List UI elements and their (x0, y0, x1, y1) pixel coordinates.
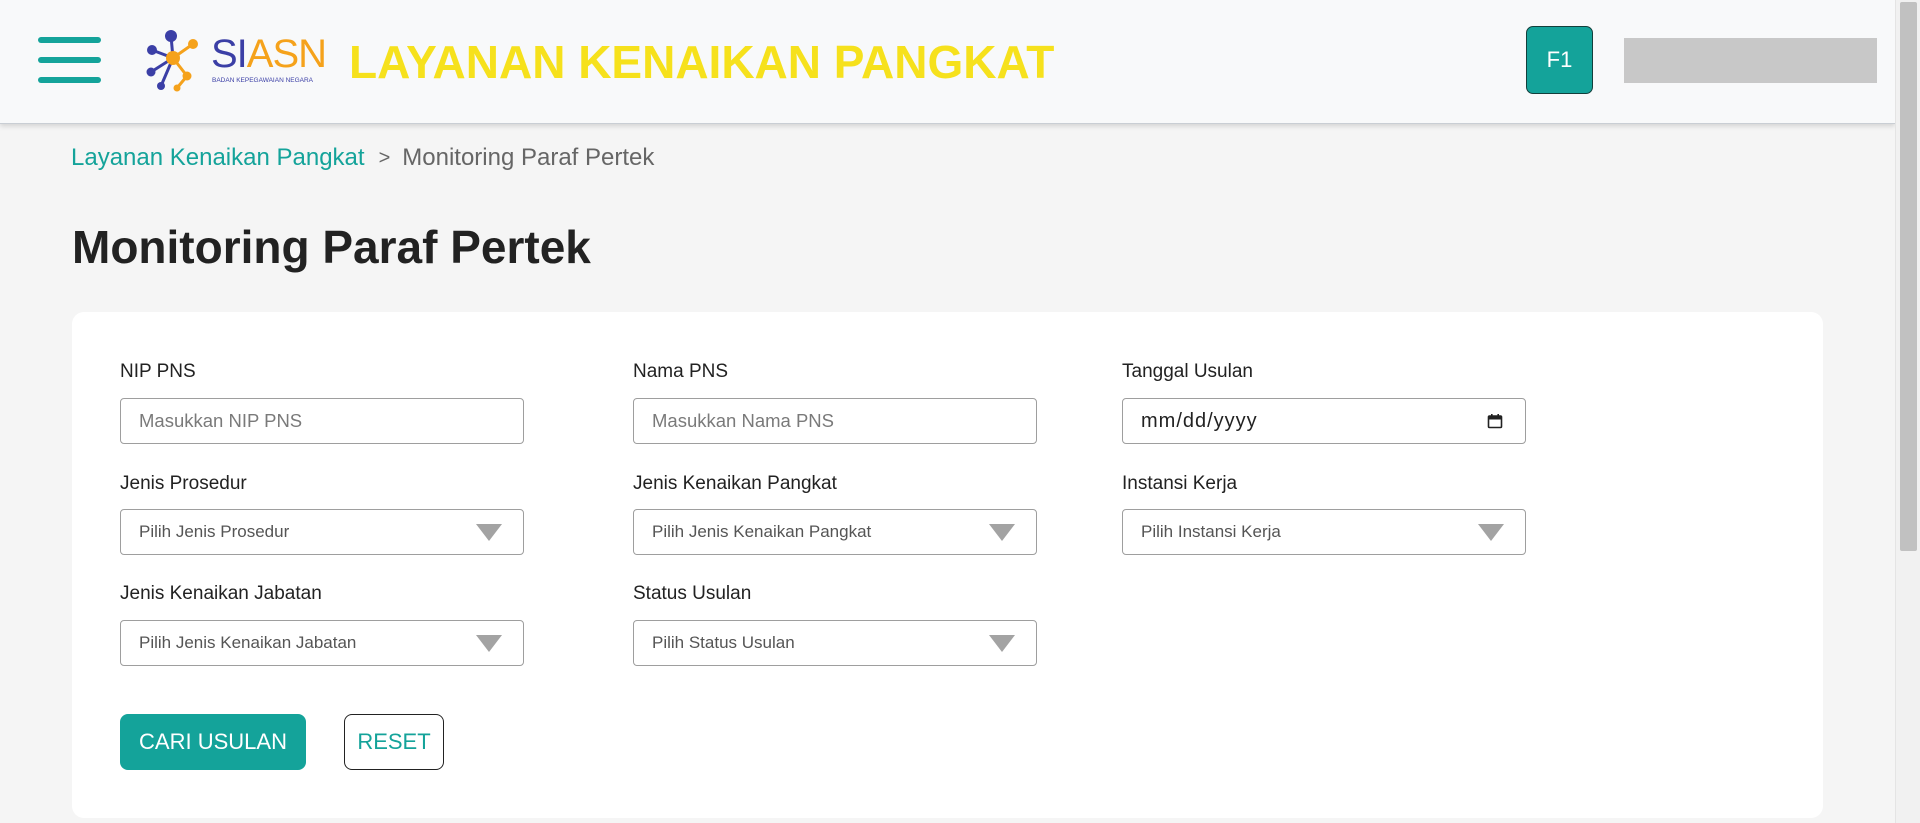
filter-card: NIP PNS Nama PNS Tanggal Usulan mm/dd/yy… (72, 312, 1823, 818)
tanggal-usulan-input[interactable]: mm/dd/yyyy (1122, 398, 1526, 444)
cari-usulan-button[interactable]: CARI USULAN (120, 714, 306, 770)
user-avatar-button[interactable]: F1 (1526, 26, 1593, 94)
jenis-prosedur-value: Pilih Jenis Prosedur (139, 522, 290, 541)
instansi-kerja-value: Pilih Instansi Kerja (1141, 522, 1281, 541)
logo-wordmark: SIASN (211, 32, 327, 76)
triangle-down-icon (476, 524, 502, 541)
breadcrumb-separator: > (378, 147, 391, 169)
instansi-kerja-select[interactable]: Pilih Instansi Kerja (1122, 509, 1526, 555)
jenis-prosedur-select[interactable]: Pilih Jenis Prosedur (120, 509, 524, 555)
breadcrumb: Layanan Kenaikan Pangkat > Monitoring Pa… (71, 144, 654, 172)
app-header: SIASN BADAN KEPEGAWAIAN NEGARA LAYANAN K… (0, 0, 1895, 124)
siasn-logo: SIASN BADAN KEPEGAWAIAN NEGARA (143, 28, 328, 92)
jenis-prosedur-label: Jenis Prosedur (120, 473, 247, 494)
instansi-kerja-label: Instansi Kerja (1122, 473, 1238, 494)
nama-pns-input[interactable] (633, 398, 1037, 444)
jenis-kenaikan-jabatan-value: Pilih Jenis Kenaikan Jabatan (139, 633, 357, 652)
jenis-kenaikan-jabatan-select[interactable]: Pilih Jenis Kenaikan Jabatan (120, 620, 524, 666)
jenis-kenaikan-jabatan-label: Jenis Kenaikan Jabatan (120, 583, 322, 604)
logo-wordmark-accent: ASN (246, 32, 327, 76)
status-usulan-select[interactable]: Pilih Status Usulan (633, 620, 1037, 666)
breadcrumb-link-layanan-kenaikan-pangkat[interactable]: Layanan Kenaikan Pangkat (71, 144, 365, 172)
vertical-scrollbar[interactable] (1895, 0, 1920, 823)
nip-pns-input[interactable] (120, 398, 524, 444)
menu-icon-bar (38, 37, 101, 43)
calendar-icon[interactable] (1487, 413, 1503, 429)
user-avatar-initials: F1 (1546, 47, 1573, 72)
page-title: Monitoring Paraf Pertek (72, 221, 591, 273)
triangle-down-icon (476, 635, 502, 652)
menu-icon-bar (38, 57, 101, 63)
date-format-placeholder: mm/dd/yyyy (1141, 409, 1258, 432)
logo-subtitle: BADAN KEPEGAWAIAN NEGARA (212, 77, 314, 84)
breadcrumb-current: Monitoring Paraf Pertek (402, 144, 655, 171)
hamburger-menu-icon (38, 37, 101, 83)
triangle-down-icon (1478, 524, 1504, 541)
siasn-logo-icon (146, 30, 198, 92)
triangle-down-icon (989, 524, 1015, 541)
nip-pns-label: NIP PNS (120, 361, 196, 382)
user-name-redacted[interactable] (1624, 38, 1877, 83)
status-usulan-label: Status Usulan (633, 583, 752, 604)
jenis-kenaikan-pangkat-label: Jenis Kenaikan Pangkat (633, 473, 837, 494)
logo-wordmark-primary: SI (211, 32, 248, 76)
app-title: LAYANAN KENAIKAN PANGKAT (349, 36, 1055, 88)
jenis-kenaikan-pangkat-select[interactable]: Pilih Jenis Kenaikan Pangkat (633, 509, 1037, 555)
tanggal-usulan-label: Tanggal Usulan (1122, 361, 1253, 382)
jenis-kenaikan-pangkat-value: Pilih Jenis Kenaikan Pangkat (652, 522, 872, 541)
reset-button[interactable]: RESET (344, 714, 444, 770)
triangle-down-icon (989, 635, 1015, 652)
scrollbar-thumb[interactable] (1900, 2, 1917, 551)
menu-toggle-button[interactable] (38, 37, 101, 83)
menu-icon-bar (38, 77, 101, 83)
status-usulan-value: Pilih Status Usulan (652, 633, 795, 652)
nama-pns-label: Nama PNS (633, 361, 729, 382)
